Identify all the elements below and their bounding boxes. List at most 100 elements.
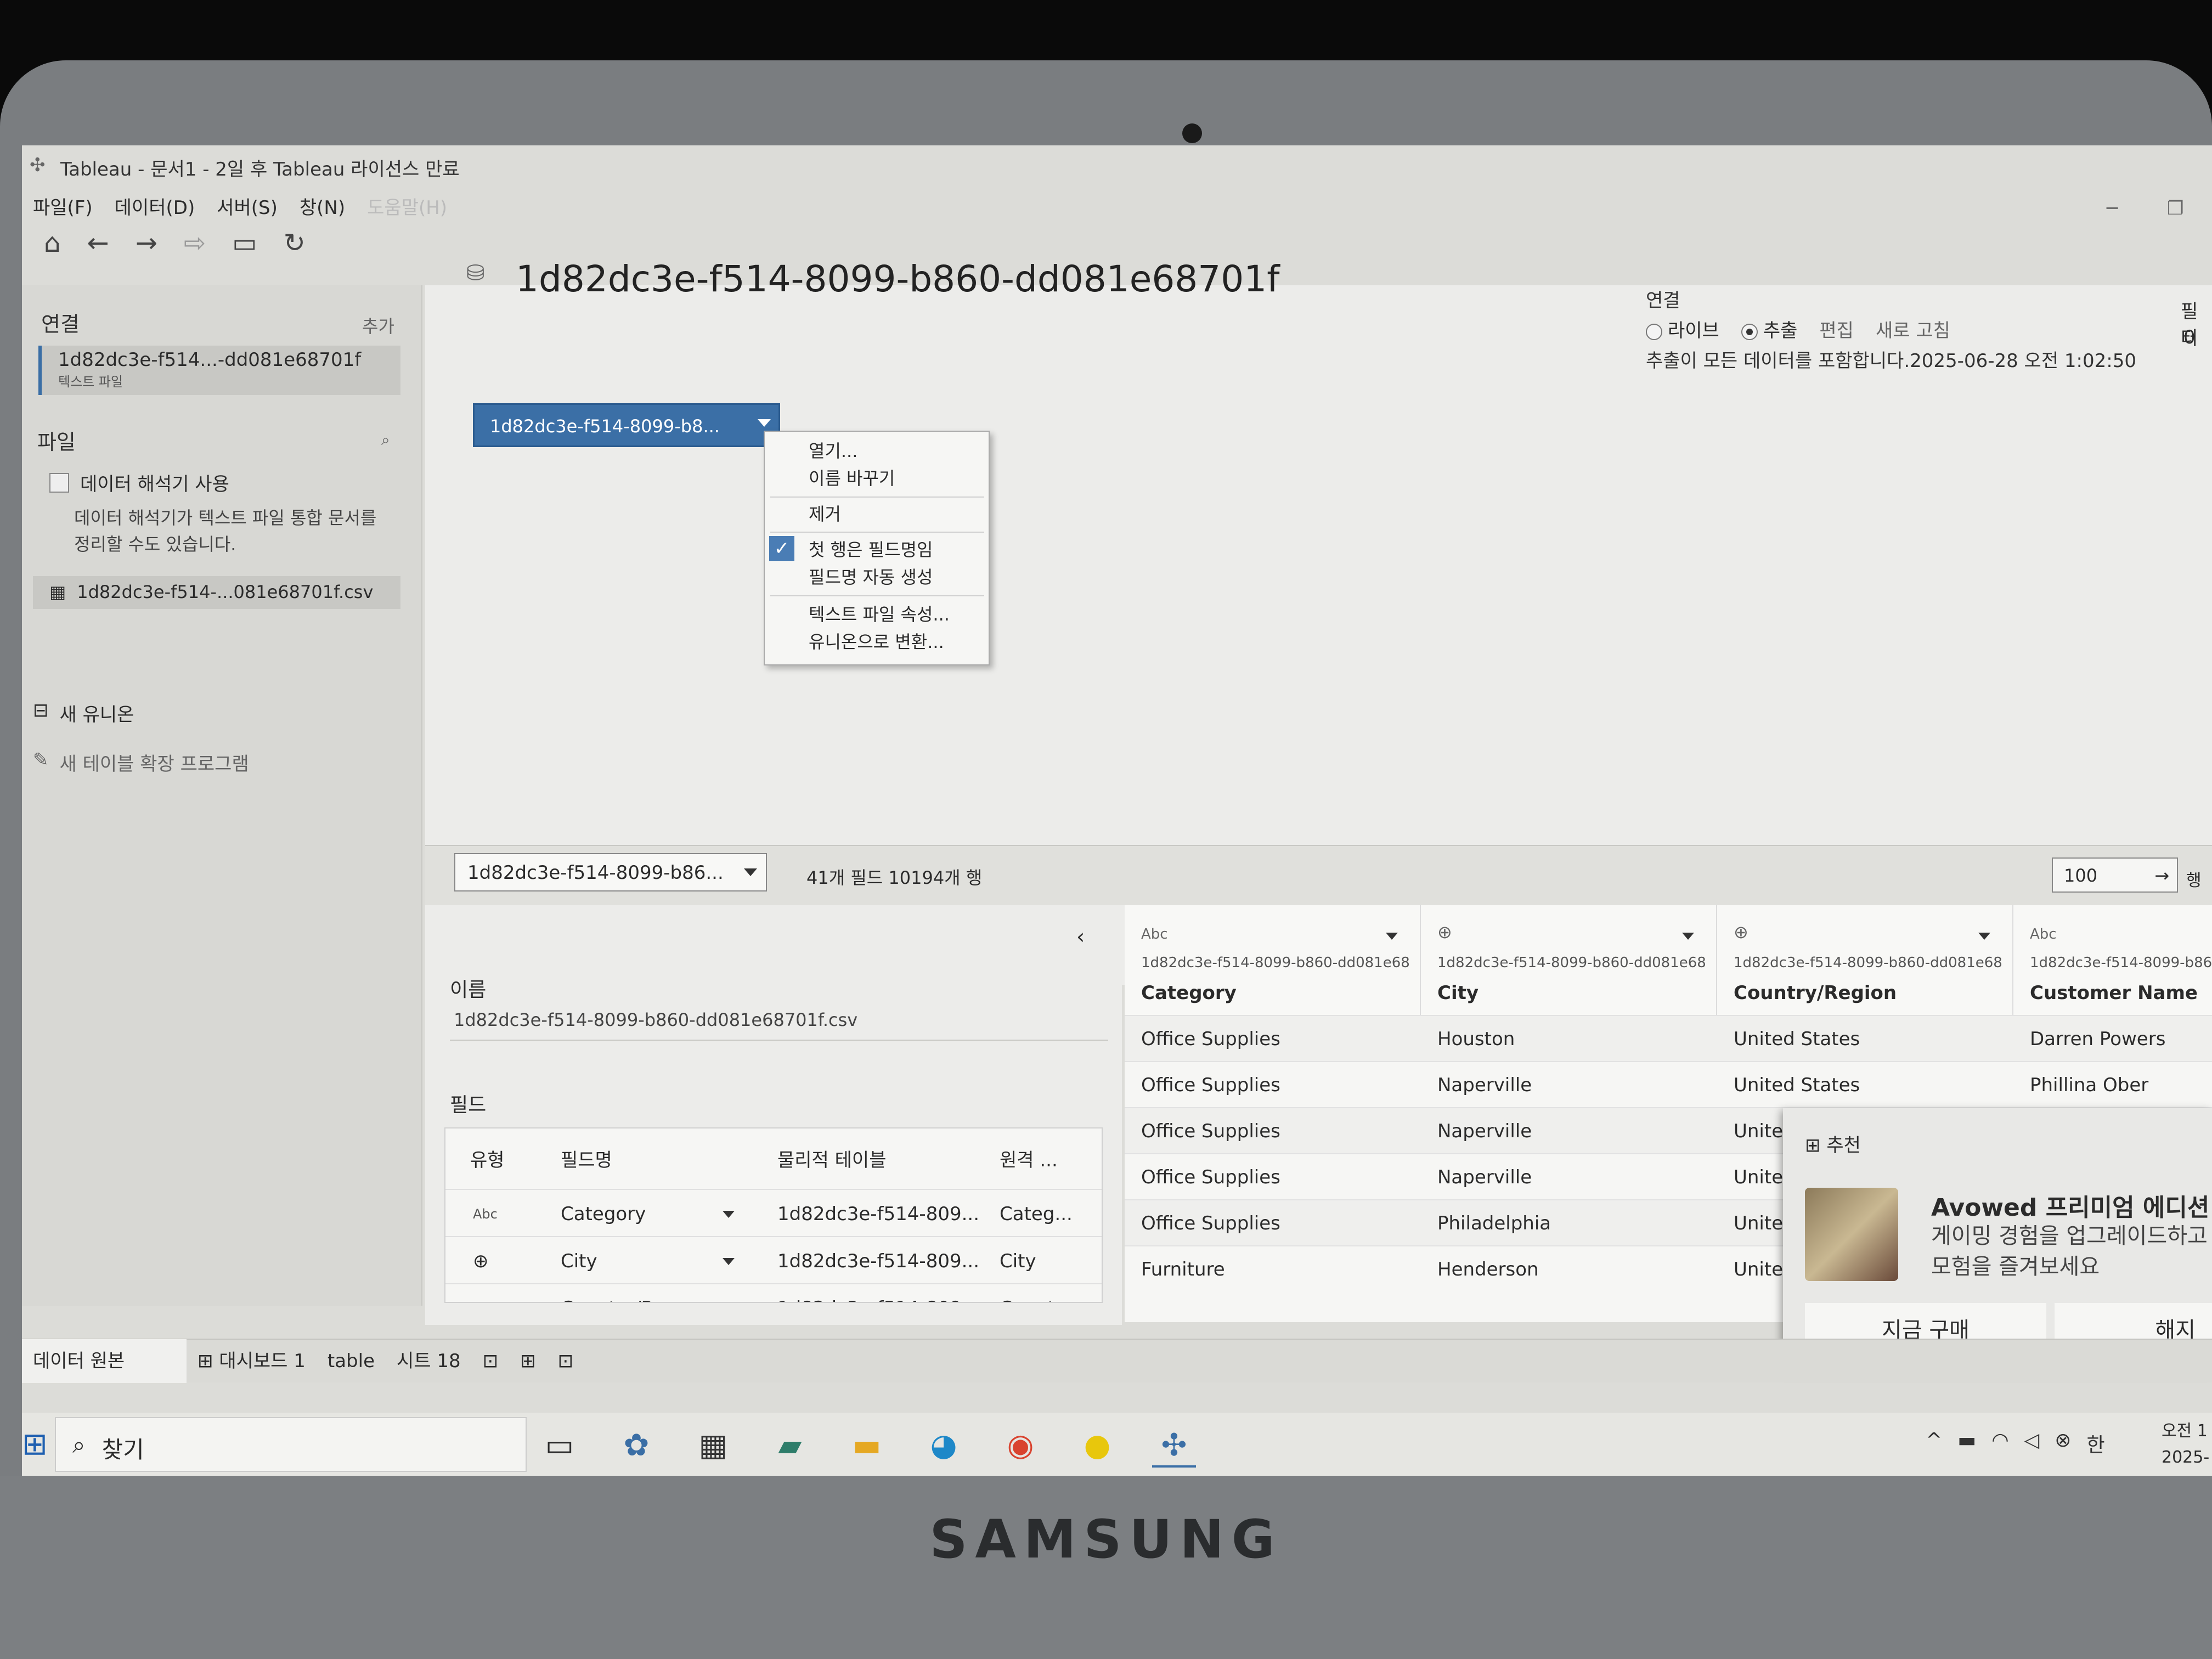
string-type-icon[interactable]: Abc <box>1141 926 1168 943</box>
app-icon[interactable]: ✿ <box>614 1424 658 1468</box>
chevron-down-icon[interactable] <box>723 1211 735 1218</box>
grid-cell[interactable]: Furniture <box>1141 1259 1225 1280</box>
battery-icon[interactable]: ▬ <box>1957 1429 1976 1458</box>
minimize-button[interactable]: ─ <box>2107 198 2118 219</box>
notification-popup[interactable]: ⊞ 추천 Avowed 프리미엄 에디션 게이밍 경험을 업그레이드하고 모험을… <box>1783 1108 2212 1372</box>
grid-cell[interactable]: Phillina Ober <box>2030 1074 2148 1096</box>
grid-row[interactable]: Office Supplies Houston United States Darre… <box>1125 1015 2212 1061</box>
refresh-icon[interactable]: ↻ <box>283 228 305 258</box>
refresh-link[interactable]: 새로 고침 <box>1876 315 1950 342</box>
field-row[interactable]: ⊕ City 1d82dc3e-f514-809... City <box>445 1236 1102 1283</box>
chevron-down-icon[interactable] <box>758 419 771 427</box>
grid-cell[interactable]: Unite <box>1734 1212 1783 1234</box>
edit-link[interactable]: 편집 <box>1819 315 1854 342</box>
grid-cell[interactable]: Naperville <box>1437 1120 1532 1142</box>
grid-row[interactable]: Office Supplies Naperville United States Ph… <box>1125 1061 2212 1107</box>
edge-icon[interactable]: ◕ <box>922 1424 966 1468</box>
datasource-title[interactable]: 1d82dc3e-f514-8099-b860-dd081e68701f <box>516 258 1280 300</box>
grid-table-select[interactable]: 1d82dc3e-f514-8099-b86... <box>454 853 767 891</box>
menu-data[interactable]: 데이터(D) <box>115 193 195 219</box>
task-view-icon[interactable]: ▭ <box>538 1424 582 1468</box>
col-header-field-name[interactable]: 필드명 <box>561 1145 612 1172</box>
grid-cell[interactable]: Unite <box>1734 1120 1783 1142</box>
grid-cell[interactable]: Naperville <box>1437 1166 1532 1188</box>
field-row[interactable]: Abc Category 1d82dc3e-f514-809... Categ.… <box>445 1189 1102 1236</box>
menu-item-open[interactable]: 열기... <box>809 437 857 465</box>
new-sheet-icon[interactable]: ⊡ <box>472 1339 510 1383</box>
grid-col-header[interactable]: Abc 1d82dc3e-f514-8099-b860-dd081e68 Cat… <box>1125 905 1421 1015</box>
col-header-type[interactable]: 유형 <box>470 1145 505 1172</box>
home-icon[interactable]: ⌂ <box>44 228 60 258</box>
grid-col-header[interactable]: ⊕ 1d82dc3e-f514-8099-b860-dd081e68 City <box>1421 905 1717 1015</box>
windows-start-icon[interactable]: ⊞ <box>22 1426 55 1462</box>
status-icon[interactable]: ⊗ <box>2055 1429 2071 1458</box>
data-interpreter-option[interactable]: 데이터 해석기 사용 <box>49 469 229 496</box>
menu-item-convert-to-union[interactable]: 유니온으로 변환... <box>809 628 944 656</box>
tab-dashboard[interactable]: ⊞ 대시보드 1 <box>187 1339 317 1383</box>
globe-icon[interactable]: ⊕ <box>1734 922 1748 943</box>
calculator-icon[interactable]: ▦ <box>691 1424 735 1468</box>
kakaotalk-icon[interactable]: ● <box>1075 1424 1119 1468</box>
chevron-down-icon[interactable] <box>723 1258 735 1265</box>
string-type-icon[interactable]: Abc <box>2030 926 2057 943</box>
forward-icon[interactable]: → <box>136 228 157 258</box>
string-type-icon[interactable]: Abc <box>473 1206 498 1222</box>
menu-file[interactable]: 파일(F) <box>33 193 93 219</box>
chrome-icon[interactable]: ◉ <box>998 1424 1042 1468</box>
connection-item[interactable]: 1d82dc3e-f514...-dd081e68701f 텍스트 파일 <box>38 346 400 395</box>
menu-server[interactable]: 서버(S) <box>217 193 278 219</box>
globe-icon[interactable]: ⊕ <box>473 1250 489 1272</box>
grid-cell[interactable]: Philadelphia <box>1437 1212 1551 1234</box>
grid-cell[interactable]: Office Supplies <box>1141 1120 1280 1142</box>
live-radio[interactable]: 라이브 <box>1646 315 1719 342</box>
grid-cell[interactable]: Unite <box>1734 1166 1783 1188</box>
tableau-icon[interactable]: ✣ <box>1152 1424 1196 1468</box>
new-story-icon[interactable]: ⊡ <box>547 1339 585 1383</box>
save-icon[interactable]: ▭ <box>232 228 257 258</box>
extract-radio[interactable]: 추출 <box>1741 315 1797 342</box>
menu-item-text-file-properties[interactable]: 텍스트 파일 속성... <box>809 601 950 628</box>
menu-item-first-row-headers[interactable]: 첫 행은 필드명임 <box>809 536 933 563</box>
grid-cell[interactable]: Office Supplies <box>1141 1166 1280 1188</box>
new-dashboard-icon[interactable]: ⊞ <box>509 1339 547 1383</box>
grid-col-header[interactable]: Abc 1d82dc3e-f514-8099-b860-d Customer N… <box>2013 905 2212 1015</box>
globe-icon[interactable]: ⊕ <box>1437 922 1452 943</box>
notes-icon[interactable]: ▰ <box>768 1424 812 1468</box>
arrow-right-icon[interactable]: → <box>2154 865 2169 886</box>
menu-item-generate-names[interactable]: 필드명 자동 생성 <box>809 563 933 591</box>
grid-cell[interactable]: Henderson <box>1437 1259 1539 1280</box>
col-header-remote[interactable]: 원격 ... <box>1000 1145 1058 1172</box>
file-explorer-icon[interactable]: ▬ <box>845 1424 889 1468</box>
menu-item-rename[interactable]: 이름 바꾸기 <box>809 465 895 492</box>
grid-cell[interactable]: Unite <box>1734 1259 1783 1280</box>
new-table-extension-item[interactable]: ✎ 새 테이블 확장 프로그램 <box>33 749 249 776</box>
grid-cell[interactable]: Office Supplies <box>1141 1212 1280 1234</box>
tab-sheet[interactable]: 시트 18 <box>386 1339 472 1383</box>
grid-cell[interactable]: Office Supplies <box>1141 1074 1280 1096</box>
collapse-icon[interactable]: ‹ <box>1076 924 1085 949</box>
chevron-up-icon[interactable]: ^ <box>1926 1429 1942 1458</box>
add-connection-link[interactable]: 추가 <box>362 313 394 338</box>
grid-cell[interactable]: United States <box>1734 1028 1860 1050</box>
restore-button[interactable]: ❐ <box>2167 198 2183 219</box>
grid-cell[interactable]: Houston <box>1437 1028 1515 1050</box>
tab-data-source[interactable]: 데이터 원본 <box>22 1339 187 1383</box>
grid-col-header[interactable]: ⊕ 1d82dc3e-f514-8099-b860-dd081e68 Count… <box>1717 905 2013 1015</box>
search-files-icon[interactable]: ⌕ <box>381 431 390 449</box>
field-row[interactable]: ⊕ Country/R... 1d82dc3e-f514-809... Coun… <box>445 1283 1102 1302</box>
volume-icon[interactable]: ◁ <box>2024 1429 2040 1458</box>
taskbar-search[interactable]: ⌕ 찾기 <box>55 1417 527 1472</box>
chevron-down-icon[interactable] <box>1682 933 1694 940</box>
grid-cell[interactable]: United States <box>1734 1074 1860 1096</box>
chevron-down-icon[interactable] <box>1386 933 1398 940</box>
back-icon[interactable]: ← <box>87 228 109 258</box>
ime-indicator[interactable]: 한 <box>2086 1429 2104 1458</box>
interpreter-checkbox[interactable] <box>49 472 69 493</box>
col-header-physical-table[interactable]: 물리적 테이블 <box>777 1145 887 1172</box>
filter-count[interactable]: 0 <box>2183 326 2196 348</box>
clock[interactable]: 오전 1 2025-0 <box>2162 1418 2212 1476</box>
grid-cell[interactable]: Darren Powers <box>2030 1028 2165 1050</box>
grid-cell[interactable]: Naperville <box>1437 1074 1532 1096</box>
grid-cell[interactable]: Office Supplies <box>1141 1028 1280 1050</box>
table-pill[interactable]: 1d82dc3e-f514-8099-b8... <box>473 403 780 447</box>
